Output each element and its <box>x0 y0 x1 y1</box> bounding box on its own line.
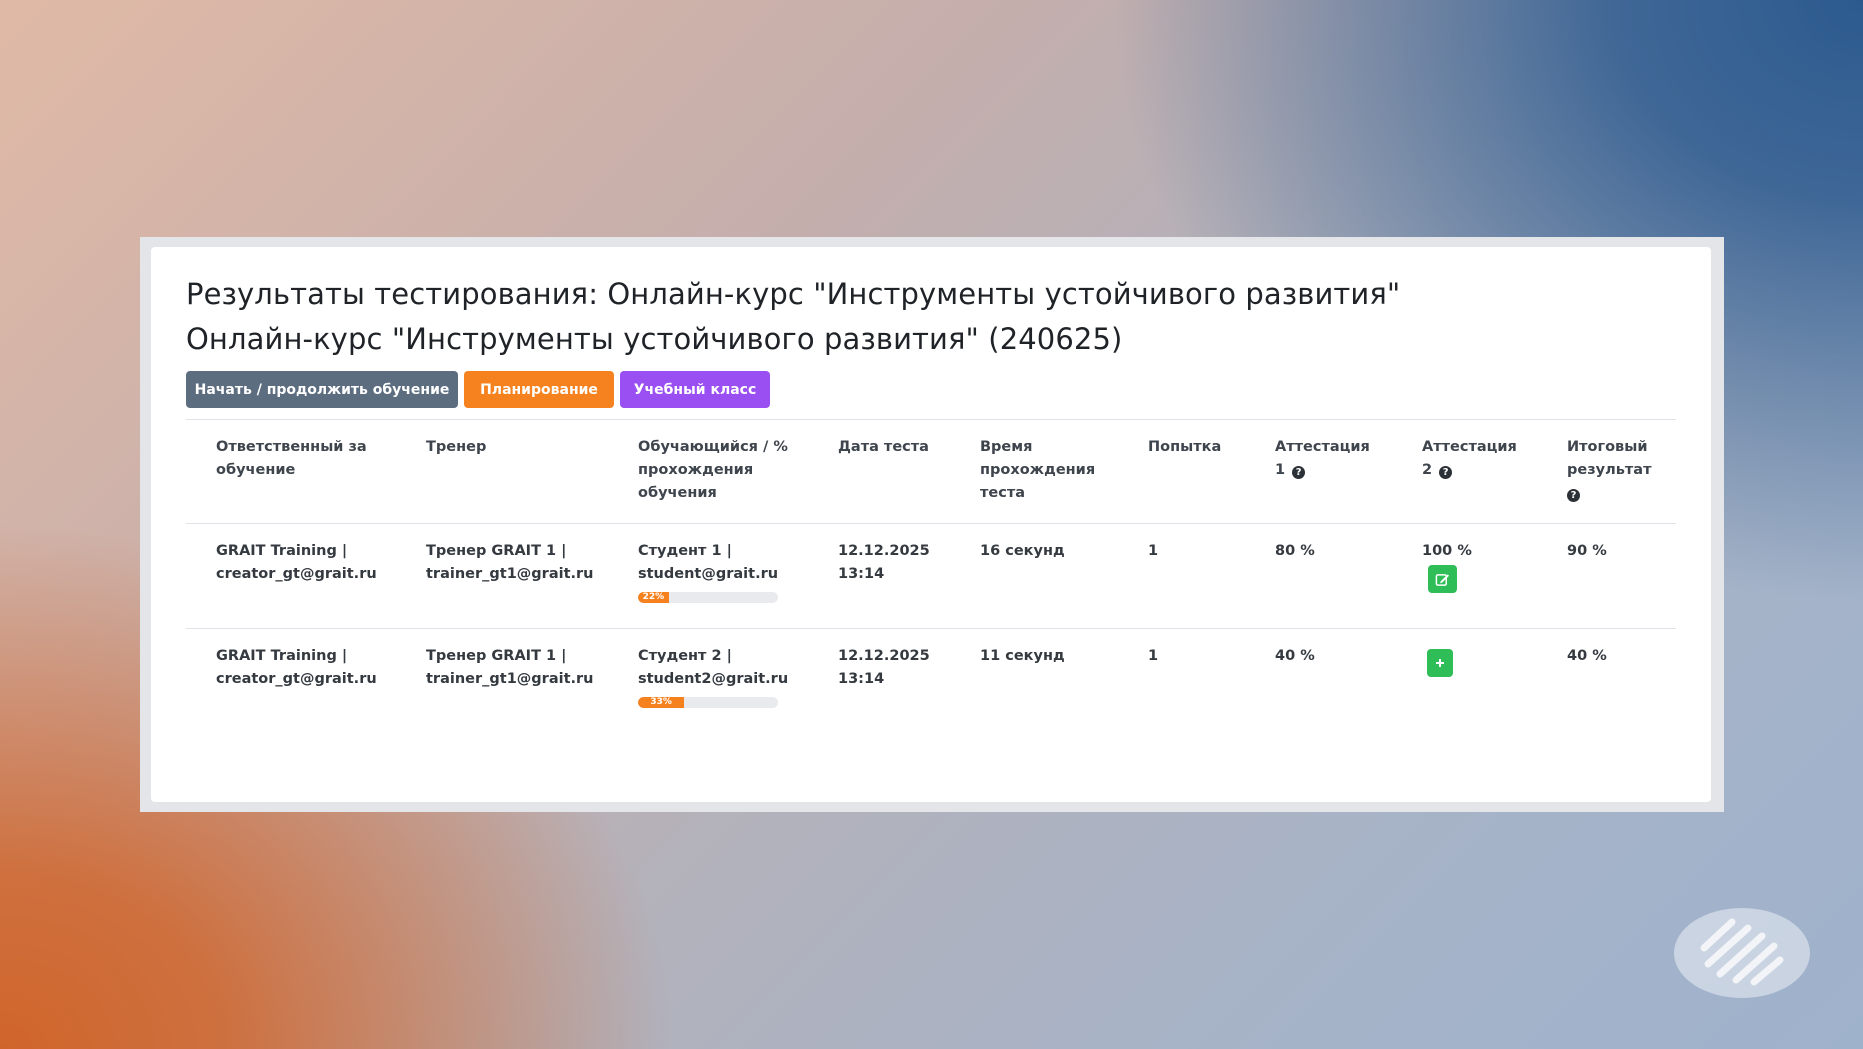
row2-trainer: Тренер GRAIT 1 | trainer_gt1@grait.ru <box>426 648 594 687</box>
row2-attestation-1: 40 % <box>1275 648 1315 664</box>
planning-button[interactable]: Планирование <box>464 371 614 408</box>
row2-progress-fill: 33% <box>638 697 685 708</box>
row1-trainer: Тренер GRAIT 1 | trainer_gt1@grait.ru <box>426 543 594 582</box>
row2-attempt: 1 <box>1148 648 1159 664</box>
header-attestation-2: Аттестация 2 ? <box>1422 439 1517 479</box>
row1-attestation-1: 80 % <box>1275 543 1315 559</box>
header-attempt: Попытка <box>1148 439 1222 455</box>
header-divider <box>186 523 1676 524</box>
edit-icon <box>1435 573 1450 586</box>
toolbar: Начать / продолжить обучение Планировани… <box>186 371 770 408</box>
row1-progress-fill: 22% <box>638 592 669 603</box>
header-test-duration: Время прохождения теста <box>980 439 1096 501</box>
row1-attestation-2: 100 % <box>1422 543 1472 559</box>
header-final-result: Итоговый результат ? <box>1567 439 1652 502</box>
row1-test-date: 12.12.2025 13:14 <box>838 543 930 582</box>
header-attestation-1: Аттестация 1 ? <box>1275 439 1370 479</box>
results-panel: Результаты тестирования: Онлайн-курс "Ин… <box>151 247 1711 802</box>
screenshot-frame: Результаты тестирования: Онлайн-курс "Ин… <box>140 237 1724 812</box>
start-learning-button[interactable]: Начать / продолжить обучение <box>186 371 458 408</box>
table-top-divider <box>186 419 1676 420</box>
question-circle-icon[interactable]: ? <box>1439 466 1453 479</box>
question-circle-icon[interactable]: ? <box>1567 489 1580 502</box>
question-circle-icon[interactable]: ? <box>1292 466 1306 479</box>
row1-duration: 16 секунд <box>980 543 1065 559</box>
row2-duration: 11 секунд <box>980 648 1065 664</box>
row2-add-attestation-button[interactable] <box>1427 649 1453 677</box>
classroom-button[interactable]: Учебный класс <box>620 371 770 408</box>
row1-student: Студент 1 | student@grait.ru <box>638 543 779 582</box>
plus-icon <box>1436 659 1444 667</box>
row2-final-result: 40 % <box>1567 648 1607 664</box>
header-student: Обучающийся / % прохождения обучения <box>638 439 788 501</box>
row1-final-result: 90 % <box>1567 543 1607 559</box>
row1-attempt: 1 <box>1148 543 1159 559</box>
row-divider <box>186 628 1676 629</box>
stripes-logo-icon <box>1674 908 1810 998</box>
row1-responsible: GRAIT Training | creator_gt@grait.ru <box>216 543 377 582</box>
header-responsible: Ответственный за обучение <box>216 439 367 478</box>
row1-progress-bar: 22% <box>638 592 778 603</box>
row1-edit-attestation-button[interactable] <box>1428 565 1457 593</box>
row2-student: Студент 2 | student2@grait.ru <box>638 648 789 687</box>
row2-responsible: GRAIT Training | creator_gt@grait.ru <box>216 648 377 687</box>
row2-test-date: 12.12.2025 13:14 <box>838 648 930 687</box>
row2-progress-bar: 33% <box>638 697 778 708</box>
course-subtitle: Онлайн-курс "Инструменты устойчивого раз… <box>186 322 1123 356</box>
header-trainer: Тренер <box>426 439 487 455</box>
page-title: Результаты тестирования: Онлайн-курс "Ин… <box>186 277 1401 311</box>
header-test-date: Дата теста <box>838 439 929 455</box>
